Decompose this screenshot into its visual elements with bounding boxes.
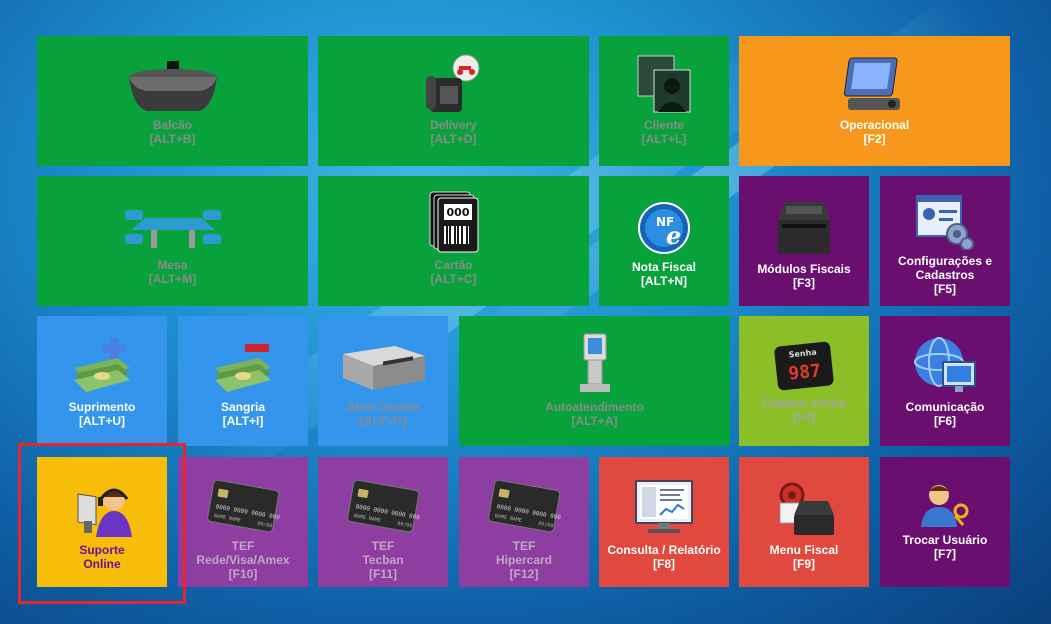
tile-menu-fiscal[interactable]: Menu Fiscal [F9] [739,457,869,587]
tile-label: Trocar Usuário [902,533,988,547]
tile-label: TEF Hipercard [495,539,553,567]
credit-card-icon: 0000 0000 0000 0000 NAME NAME 00/00 [346,479,420,535]
tile-tef-hipercard[interactable]: 0000 0000 0000 0000 NAME NAME 00/00 TEF … [459,457,589,587]
control-panel-icon [843,54,906,114]
support-agent-icon [70,479,134,539]
credit-card-icon: 0000 0000 0000 0000 NAME NAME 00/00 [487,479,561,535]
tile-trocar-usuario[interactable]: Trocar Usuário [F7] [880,457,1010,587]
tile-label: Configurações e Cadastros [897,254,993,282]
tile-shortcut: [ALT+G] [359,414,407,428]
kiosk-icon [570,332,620,396]
table-chairs-icon [123,204,223,254]
tile-comunicacao[interactable]: Comunicação [F6] [880,316,1010,446]
tile-shortcut: [F4] [793,410,815,424]
tile-label: TEF Tecban [362,539,404,567]
nfe-badge-letter: e [666,221,681,250]
tile-shortcut: [ALT+D] [430,132,477,146]
tile-shortcut: [ALT+I] [222,414,264,428]
tile-shortcut: [ALT+U] [78,414,126,428]
fiscal-printer-gear-icon [772,479,836,539]
tile-shortcut: [F11] [368,567,397,581]
phone-motorbike-icon [424,54,484,114]
tile-shortcut: [F7] [934,547,956,561]
tile-label: Menu Fiscal [769,543,839,557]
tile-shortcut: [ALT+A] [571,414,618,428]
tile-label: Suporte Online [79,543,125,571]
user-key-icon [917,481,973,529]
tile-label: Cartão [434,258,473,272]
tile-shortcut: [F12] [509,567,539,581]
tile-shortcut: [F2] [863,132,886,146]
tile-consulta-relatorio[interactable]: Consulta / Relatório [F8] [599,457,729,587]
tile-label: Consulta / Relatório [607,543,721,557]
tile-sangria[interactable]: Sangria [ALT+I] [178,316,308,446]
tile-shortcut: [ALT+C] [430,272,477,286]
tag-cards-icon: 000 [424,190,484,254]
tile-label: Balcão [152,118,193,132]
tile-label: TEF Rede/Visa/Amex [196,539,290,567]
credit-card-icon: 0000 0000 0000 0000 NAME NAME 00/00 [206,479,280,535]
desktop-background: Balcão [ALT+B] Delivery [ALT+D] Cliente … [0,0,1051,624]
tile-delivery[interactable]: Delivery [ALT+D] [318,36,589,166]
tile-nota-fiscal[interactable]: NF e Nota Fiscal [ALT+N] [599,176,729,306]
ticket-display-icon: Senha 987 [774,340,834,392]
tile-suprimento[interactable]: Suprimento [ALT+U] [37,316,167,446]
tile-shortcut: [F5] [934,282,956,296]
tile-label: Sangria [220,400,265,414]
tile-label: Nota Fiscal [631,260,697,274]
tile-shortcut: [F8] [653,557,675,571]
settings-gears-icon [915,194,975,250]
display-number: 987 [787,360,822,384]
fiscal-printer-icon [772,196,836,258]
tile-shortcut: [F6] [934,414,956,428]
tile-shortcut: [F3] [793,276,815,290]
tile-shortcut: [F10] [228,567,258,581]
tile-operacional[interactable]: Operacional [F2] [739,36,1010,166]
tile-label: Comunicação [905,400,985,414]
tile-cliente[interactable]: Cliente [ALT+L] [599,36,729,166]
tile-shortcut: [ALT+N] [640,274,688,288]
tile-label: Suprimento [68,400,136,414]
tile-label: Autoatendimento [545,400,644,414]
tile-label: Operacional [839,118,910,132]
tile-mesa[interactable]: Mesa [ALT+M] [37,176,308,306]
tile-label: Cliente [643,118,684,132]
tile-chamar-senha[interactable]: Senha 987 Chamar senha [F4] [739,316,869,446]
tile-cartao[interactable]: 000 Cartão [ALT+C] [318,176,589,306]
tile-label: Abrir Gaveta [346,400,420,414]
tile-label: Chamar senha [762,396,846,410]
customer-photos-icon [634,54,694,114]
tile-shortcut: [ALT+L] [641,132,687,146]
globe-monitor-icon [913,336,977,396]
money-plus-icon [70,336,134,396]
tile-label: Módulos Fiscais [757,262,851,276]
tile-label: Delivery [430,118,477,132]
tile-shortcut: [ALT+B] [149,132,196,146]
tile-shortcut: [ALT+M] [148,272,197,286]
tile-autoatendimento[interactable]: Autoatendimento [ALT+A] [459,316,730,446]
counter-desk-icon [123,59,223,114]
tile-modulos-fiscais[interactable]: Módulos Fiscais [F3] [739,176,869,306]
tile-suporte-online[interactable]: Suporte Online [37,457,167,587]
tile-shortcut: [F9] [793,557,815,571]
tile-tef-rede-visa-amex[interactable]: 0000 0000 0000 0000 NAME NAME 00/00 TEF … [178,457,308,587]
report-monitor-icon [632,479,696,539]
nfe-globe-icon: NF e [636,200,692,256]
cash-drawer-icon [335,340,431,396]
tile-configuracoes-cadastros[interactable]: Configurações e Cadastros [F5] [880,176,1010,306]
tile-abrir-gaveta[interactable]: Abrir Gaveta [ALT+G] [318,316,448,446]
tile-tef-tecban[interactable]: 0000 0000 0000 0000 NAME NAME 00/00 TEF … [318,457,448,587]
tile-label: Mesa [157,258,188,272]
tile-balcao[interactable]: Balcão [ALT+B] [37,36,308,166]
tag-card-number: 000 [446,206,469,219]
money-minus-icon [211,336,275,396]
